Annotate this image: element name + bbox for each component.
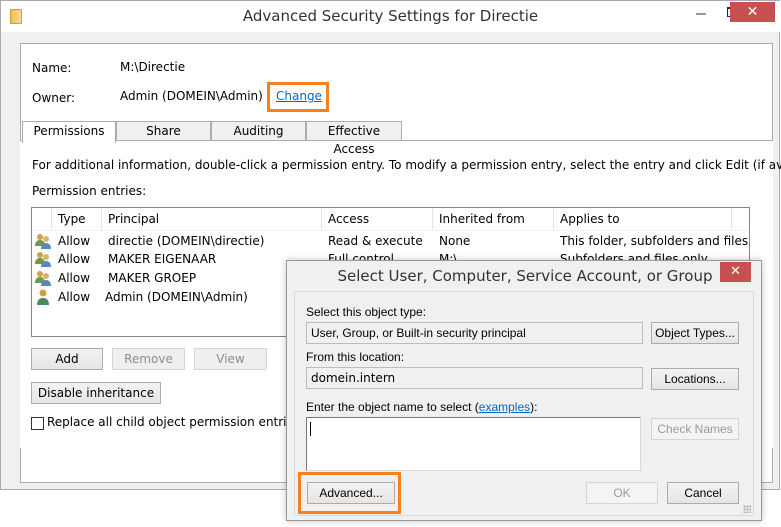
window-title: Advanced Security Settings for Directie	[242, 7, 539, 25]
ok-button[interactable]: OK	[586, 482, 658, 504]
add-button-label: Add	[55, 352, 79, 366]
row-principal: Admin (DOMEIN\Admin)	[105, 290, 248, 304]
owner-label: Owner:	[32, 91, 76, 105]
row-access: Read & execute	[328, 234, 423, 248]
row-inherited-from: None	[439, 234, 471, 248]
enter-object-name-label: Enter the object name to select (example…	[306, 400, 537, 414]
name-value: M:\Directie	[120, 60, 186, 74]
title-bar[interactable]: Advanced Security Settings for Directie …	[1, 1, 780, 32]
object-type-label: Select this object type:	[306, 305, 427, 319]
column-header-access[interactable]: Access	[322, 208, 433, 230]
location-field: domein.intern	[306, 367, 643, 389]
column-header-type[interactable]: Type	[52, 208, 102, 230]
disable-inheritance-button[interactable]: Disable inheritance	[31, 382, 161, 404]
row-principal: directie (DOMEIN\directie)	[108, 234, 265, 248]
enter-name-suffix: ):	[530, 400, 538, 414]
resize-grip[interactable]	[743, 505, 751, 513]
tab-auditing[interactable]: Auditing	[211, 121, 306, 141]
owner-value: Admin (DOMEIN\Admin)	[120, 89, 263, 103]
locations-button[interactable]: Locations...	[651, 368, 739, 390]
add-button[interactable]: Add	[31, 348, 103, 370]
tab-effective-access[interactable]: Effective Access	[306, 121, 402, 156]
permission-entries-label: Permission entries:	[32, 184, 147, 198]
enter-name-text: Enter the object name to select (	[306, 400, 479, 414]
minimize-icon	[696, 13, 706, 15]
row-type: Allow	[58, 252, 91, 266]
replace-child-permissions-checkbox[interactable]	[31, 417, 44, 430]
column-header-inherited-from[interactable]: Inherited from	[433, 208, 554, 230]
view-button-label: View	[216, 352, 245, 366]
advanced-highlight	[298, 472, 401, 514]
change-link-text: Change	[276, 89, 322, 103]
row-principal: MAKER EIGENAAR	[108, 252, 217, 266]
object-type-field: User, Group, or Built-in security princi…	[306, 322, 643, 344]
row-type: Allow	[58, 271, 91, 285]
change-owner-link[interactable]: Change	[276, 89, 322, 103]
close-icon: ✕	[746, 4, 759, 20]
group-icon	[35, 234, 51, 249]
text-caret	[310, 422, 311, 436]
remove-button[interactable]: Remove	[112, 348, 185, 370]
header-divider	[32, 230, 749, 231]
minimize-button[interactable]	[687, 1, 715, 23]
replace-child-permissions-label: Replace all child object permission entr…	[47, 415, 322, 429]
location-label: From this location:	[306, 350, 405, 364]
remove-button-label: Remove	[124, 352, 173, 366]
tab-share[interactable]: Share	[116, 121, 211, 141]
disable-inheritance-label: Disable inheritance	[37, 386, 155, 400]
row-type: Allow	[58, 234, 91, 248]
column-header-principal[interactable]: Principal	[102, 208, 322, 230]
user-icon	[37, 289, 49, 305]
examples-link[interactable]: examples	[479, 400, 530, 414]
row-type: Allow	[58, 290, 91, 304]
column-header-applies-to[interactable]: Applies to	[554, 208, 732, 230]
column-header-icon	[32, 208, 52, 230]
object-types-button[interactable]: Object Types...	[651, 322, 739, 344]
dialog-close-button[interactable]: ✕	[720, 262, 751, 282]
close-icon: ✕	[730, 264, 741, 279]
dialog-title: Select User, Computer, Service Account, …	[337, 267, 713, 285]
view-button[interactable]: View	[194, 348, 267, 370]
group-icon	[35, 271, 51, 286]
group-icon	[35, 252, 51, 267]
cancel-button[interactable]: Cancel	[667, 482, 739, 504]
object-name-input[interactable]	[306, 417, 641, 471]
name-label: Name:	[32, 61, 72, 75]
table-row[interactable]: Allow directie (DOMEIN\directie) Read & …	[32, 232, 749, 250]
close-button[interactable]: ✕	[730, 2, 775, 22]
check-names-button[interactable]: Check Names	[651, 418, 739, 440]
info-text: For additional information, double-click…	[32, 158, 781, 172]
tab-permissions[interactable]: Permissions	[22, 121, 116, 143]
row-applies-to: This folder, subfolders and files	[560, 234, 749, 248]
row-principal: MAKER GROEP	[108, 271, 197, 285]
